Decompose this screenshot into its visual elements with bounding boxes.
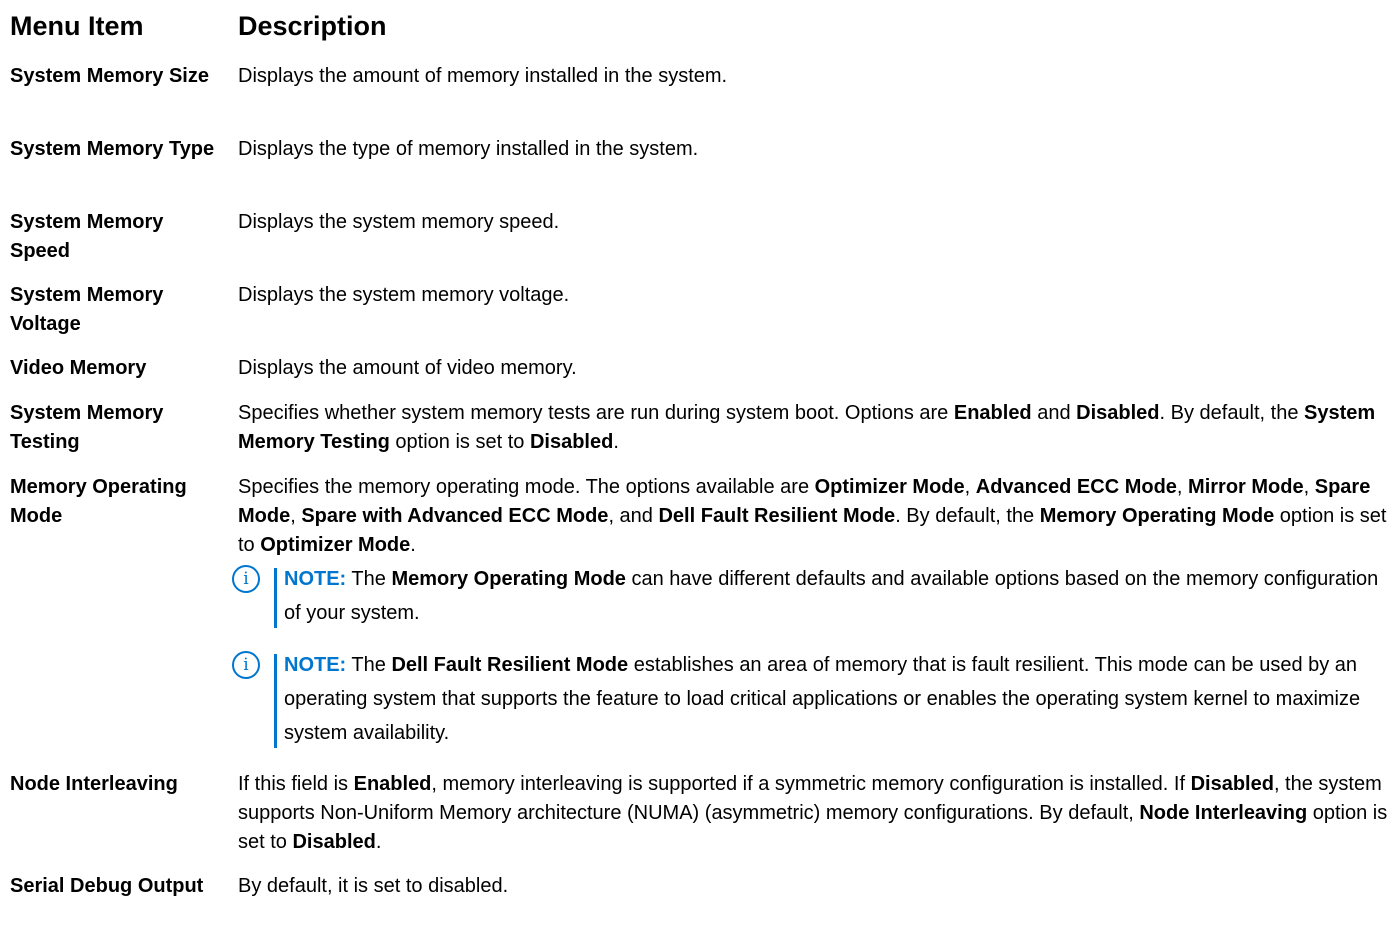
emphasized-text: Optimizer Mode	[260, 534, 411, 556]
note-label: NOTE:	[284, 568, 347, 590]
text-segment: ,	[1176, 476, 1189, 498]
menu-item-label: Node Interleaving	[10, 773, 178, 795]
text-segment: Displays the amount of memory installed …	[238, 65, 728, 87]
bios-memory-settings-table: Menu Item Description System Memory Size…	[0, 0, 1395, 928]
text-segment: The	[346, 654, 392, 676]
text-segment: and	[1031, 402, 1077, 424]
column-header-description: Description	[238, 11, 387, 41]
text-segment: Displays the type of memory installed in…	[238, 138, 699, 160]
emphasized-text: Mirror Mode	[1188, 476, 1304, 498]
text-segment: .	[375, 831, 382, 853]
info-icon: i	[232, 651, 260, 679]
text-segment: .	[613, 431, 619, 453]
emphasized-text: Disabled	[1076, 402, 1160, 424]
menu-item-description: Specifies whether system memory tests ar…	[238, 399, 1388, 457]
emphasized-text: Dell Fault Resilient Mode	[391, 654, 629, 676]
text-segment: ,	[1303, 476, 1315, 498]
text-segment: If this field is	[238, 773, 354, 795]
text-segment: . By default, the	[895, 505, 1040, 527]
emphasized-text: Spare with Advanced ECC Mode	[301, 505, 609, 527]
text-segment: Displays the system memory voltage.	[238, 284, 570, 306]
text-segment: By default, it is set to disabled.	[238, 875, 509, 897]
menu-item-description: By default, it is set to disabled.	[238, 872, 1388, 901]
menu-item-label: Memory Operating Mode	[10, 476, 187, 527]
emphasized-text: Memory Operating Mode	[1039, 505, 1275, 527]
note-label: NOTE:	[284, 654, 347, 676]
emphasized-text: Disabled	[292, 831, 376, 853]
note-text: The Dell Fault Resilient Mode establishe…	[284, 654, 1360, 744]
note-text: The Memory Operating Mode can have diffe…	[284, 568, 1378, 624]
text-segment: , memory interleaving is supported if a …	[431, 773, 1191, 795]
note-accent-bar	[274, 654, 277, 748]
menu-item-description: Displays the amount of video memory.	[238, 354, 1388, 383]
table-header: Menu Item Description	[10, 8, 387, 44]
menu-item-description: Displays the amount of memory installed …	[238, 62, 1388, 91]
menu-item-label: System Memory Voltage	[10, 284, 164, 335]
emphasized-text: Enabled	[953, 402, 1032, 424]
menu-item-label: Video Memory	[10, 357, 147, 379]
text-segment: ,	[290, 505, 302, 527]
text-segment: ,	[964, 476, 976, 498]
text-segment: .	[410, 534, 416, 556]
menu-item-description: Displays the type of memory installed in…	[238, 135, 1388, 164]
note-callout: i NOTE: The Dell Fault Resilient Mode es…	[232, 648, 1388, 750]
emphasized-text: Dell Fault Resilient Mode	[658, 505, 896, 527]
note-callout: i NOTE: The Memory Operating Mode can ha…	[232, 562, 1388, 630]
text-segment: Specifies the memory operating mode. The…	[238, 476, 815, 498]
text-segment: , and	[608, 505, 659, 527]
emphasized-text: Disabled	[529, 431, 614, 453]
menu-item-label: System Memory Testing	[10, 402, 164, 453]
menu-item-label: System Memory Type	[10, 138, 215, 160]
emphasized-text: Optimizer Mode	[814, 476, 965, 498]
text-segment: Displays the system memory speed.	[238, 211, 560, 233]
column-header-menu-item: Menu Item	[10, 11, 144, 41]
emphasized-text: Memory Operating Mode	[391, 568, 626, 590]
text-segment: Specifies whether system memory tests ar…	[238, 402, 954, 424]
note-accent-bar	[274, 568, 277, 628]
menu-item-description: Specifies the memory operating mode. The…	[238, 473, 1388, 560]
emphasized-text: Advanced ECC Mode	[975, 476, 1177, 498]
text-segment: The	[346, 568, 392, 590]
menu-item-description: If this field is Enabled, memory interle…	[238, 770, 1388, 857]
menu-item-description-block: Specifies the memory operating mode. The…	[232, 473, 1388, 750]
emphasized-text: Node Interleaving	[1139, 802, 1308, 824]
emphasized-text: Disabled	[1190, 773, 1274, 795]
text-segment: . By default, the	[1159, 402, 1305, 424]
menu-item-label: System Memory Size	[10, 65, 209, 87]
menu-item-label: System Memory Speed	[10, 211, 164, 262]
menu-item-description: Displays the system memory speed.	[238, 208, 1388, 237]
text-segment: Displays the amount of video memory.	[238, 357, 577, 379]
text-segment: option is set to	[389, 431, 530, 453]
emphasized-text: Enabled	[353, 773, 432, 795]
info-icon: i	[232, 565, 260, 593]
menu-item-label: Serial Debug Output	[10, 875, 204, 897]
menu-item-description: Displays the system memory voltage.	[238, 281, 1388, 310]
